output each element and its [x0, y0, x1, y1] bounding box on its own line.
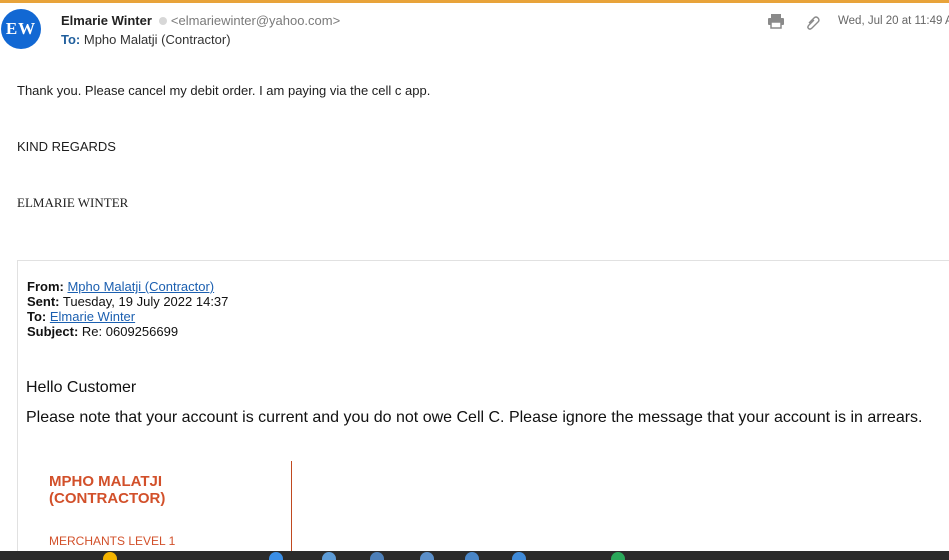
sender-email[interactable]: <elmariewinter@yahoo.com> [171, 13, 340, 28]
quoted-to-label: To: [27, 309, 47, 324]
subject-label: Subject: [27, 324, 79, 339]
signature-name: MPHO MALATJI (CONTRACTOR) [49, 473, 165, 507]
quoted-from-row: From: Mpho Malatji (Contractor) [27, 279, 228, 294]
avatar-initials: EW [5, 19, 37, 38]
signature-divider [291, 461, 292, 560]
top-accent-bar [0, 0, 949, 3]
quoted-sent-row: Sent: Tuesday, 19 July 2022 14:37 [27, 294, 228, 309]
from-link[interactable]: Mpho Malatji (Contractor) [67, 279, 214, 294]
taskbar-app-icon[interactable] [269, 552, 283, 560]
sent-label: Sent: [27, 294, 60, 309]
subject-value: Re: 0609256699 [81, 324, 179, 339]
quoted-subject-row: Subject: Re: 0609256699 [27, 324, 228, 339]
quoted-header: From: Mpho Malatji (Contractor) Sent: Tu… [27, 279, 228, 339]
file-explorer-icon[interactable] [103, 552, 117, 560]
taskbar-app-icon[interactable] [370, 552, 384, 560]
to-label: To: [61, 32, 81, 47]
sent-value: Tuesday, 19 July 2022 14:37 [62, 294, 229, 309]
taskbar-app-icon[interactable] [512, 552, 526, 560]
presence-dot-icon [158, 16, 167, 25]
taskbar-app-icon[interactable] [322, 552, 336, 560]
quote-divider [17, 260, 949, 261]
sender-signature: ELMARIE WINTER [17, 195, 129, 210]
quoted-to-row: To: Elmarie Winter [27, 309, 228, 324]
to-value[interactable]: Mpho Malatji (Contractor) [84, 32, 231, 47]
print-icon[interactable] [767, 13, 785, 34]
sender-name[interactable]: Elmarie Winter [61, 13, 152, 28]
taskbar-app-icon[interactable] [420, 552, 434, 560]
taskbar-app-icon[interactable] [465, 552, 479, 560]
recipient-line: To: Mpho Malatji (Contractor) [61, 32, 231, 47]
signature-name-line2: (CONTRACTOR) [49, 490, 166, 507]
attachment-icon[interactable] [806, 15, 820, 35]
regards-text: KIND REGARDS [17, 139, 116, 154]
quoted-greeting: Hello Customer [26, 379, 137, 396]
signature-name-line1: MPHO MALATJI [49, 473, 163, 490]
from-label: From: [27, 279, 64, 294]
quoted-note: Please note that your account is current… [26, 409, 923, 426]
quote-bar [17, 260, 18, 560]
signature-title: MERCHANTS LEVEL 1 [49, 534, 176, 548]
chat-app-icon[interactable] [611, 552, 625, 560]
quoted-to-link[interactable]: Elmarie Winter [50, 309, 135, 324]
message-date: Wed, Jul 20 at 11:49 A [838, 15, 949, 27]
message-line: Thank you. Please cancel my debit order.… [17, 83, 431, 98]
avatar[interactable]: EW [1, 9, 41, 49]
sender-line: Elmarie Winter <elmariewinter@yahoo.com> [61, 13, 340, 28]
